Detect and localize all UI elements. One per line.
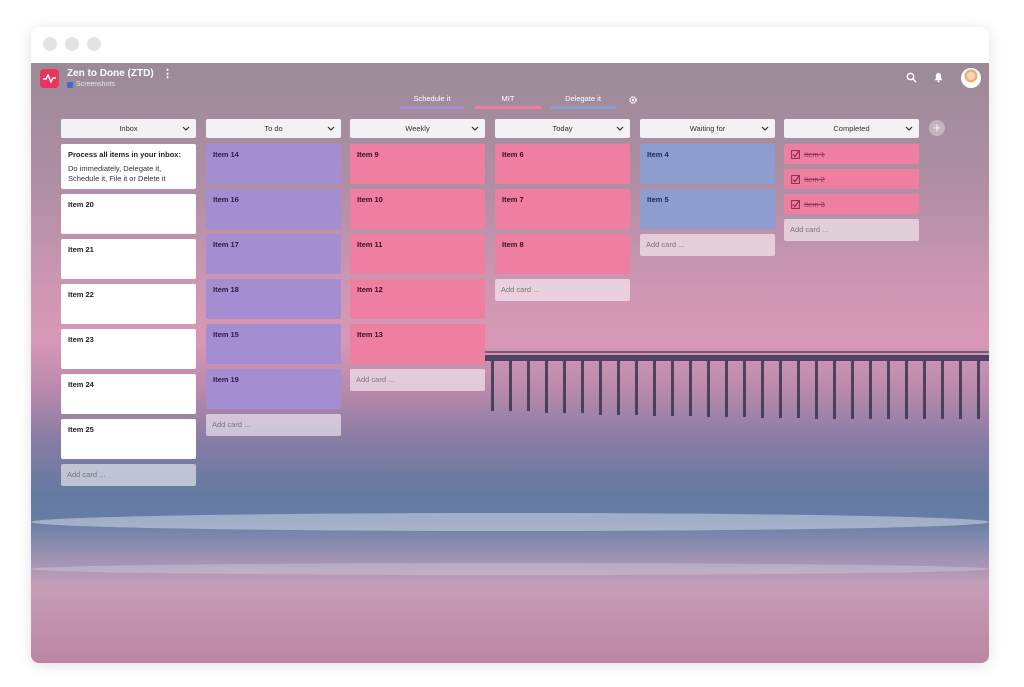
board-app: Zen to Done (ZTD) ⋮ Screenshots Schedule… <box>31 63 989 663</box>
column-todo: To do Item 14 Item 16 Item 17 Item 18 It… <box>206 119 341 436</box>
add-card-button[interactable]: Add card ... <box>495 279 630 301</box>
checkbox-checked-icon[interactable] <box>791 174 800 184</box>
chevron-down-icon[interactable] <box>327 119 335 138</box>
legend-label: Schedule it <box>413 94 451 103</box>
chevron-down-icon[interactable] <box>616 119 624 138</box>
board-menu-icon[interactable]: ⋮ <box>162 67 173 80</box>
card[interactable]: Item 10 <box>350 189 485 229</box>
column-header[interactable]: To do <box>206 119 341 138</box>
card[interactable]: Item 11 <box>350 234 485 274</box>
card[interactable]: Item 19 <box>206 369 341 409</box>
chevron-down-icon[interactable] <box>905 119 913 138</box>
column-header[interactable]: Waiting for <box>640 119 775 138</box>
card[interactable]: Item 14 <box>206 144 341 184</box>
workspace-label: Screenshots <box>76 81 115 88</box>
checkbox-checked-icon[interactable] <box>791 149 800 159</box>
column-header[interactable]: Inbox <box>61 119 196 138</box>
column-title: Weekly <box>405 124 430 133</box>
card[interactable]: Item 9 <box>350 144 485 184</box>
board-title[interactable]: Zen to Done (ZTD) <box>67 68 154 79</box>
column-header[interactable]: Weekly <box>350 119 485 138</box>
add-card-button[interactable]: Add card ... <box>350 369 485 391</box>
column-title: Completed <box>833 124 870 133</box>
column-title: Today <box>552 124 573 133</box>
legend-color-bar <box>475 106 541 109</box>
card[interactable]: Item 5 <box>640 189 775 229</box>
plus-icon: + <box>933 120 941 135</box>
card[interactable]: Item 24 <box>61 374 196 414</box>
search-icon[interactable] <box>906 72 917 83</box>
card-title: Item 3 <box>804 199 825 209</box>
inbox-instructions-card[interactable]: Process all items in your inbox: Do imme… <box>61 144 196 189</box>
background-pier <box>481 351 989 419</box>
card[interactable]: Item 21 <box>61 239 196 279</box>
column-today: Today Item 6 Item 7 Item 8 Add card ... <box>495 119 630 301</box>
legend-mit[interactable]: MIT <box>475 94 541 109</box>
legend-label: MIT <box>501 94 515 103</box>
completed-card[interactable]: Item 3 <box>784 194 919 214</box>
card[interactable]: Item 18 <box>206 279 341 319</box>
column-inbox: Inbox Process all items in your inbox: D… <box>61 119 196 486</box>
window-titlebar <box>31 27 989 63</box>
card[interactable]: Item 7 <box>495 189 630 229</box>
completed-card[interactable]: Item 1 <box>784 144 919 164</box>
window-close-button[interactable] <box>43 37 57 51</box>
pulse-logo-icon[interactable] <box>40 69 59 88</box>
column-title: To do <box>264 124 283 133</box>
card[interactable]: Item 17 <box>206 234 341 274</box>
column-title: Waiting for <box>689 124 726 133</box>
add-card-button[interactable]: Add card ... <box>206 414 341 436</box>
add-card-button[interactable]: Add card ... <box>61 464 196 486</box>
legend-color-bar <box>399 106 465 109</box>
column-weekly: Weekly Item 9 Item 10 Item 11 Item 12 It… <box>350 119 485 391</box>
card[interactable]: Item 4 <box>640 144 775 184</box>
chevron-down-icon[interactable] <box>761 119 769 138</box>
checkbox-checked-icon[interactable] <box>791 199 800 209</box>
bell-icon[interactable] <box>933 72 944 83</box>
workspace-link[interactable]: Screenshots <box>67 81 115 88</box>
legend-color-bar <box>550 106 616 109</box>
column-completed: Completed Item 1 Item 2 Item 3 Add card … <box>784 119 919 241</box>
user-avatar[interactable] <box>961 68 981 88</box>
card-title: Item 1 <box>804 149 825 159</box>
card[interactable]: Item 15 <box>206 324 341 364</box>
card[interactable]: Item 23 <box>61 329 196 369</box>
window-maximize-button[interactable] <box>87 37 101 51</box>
browser-window: Zen to Done (ZTD) ⋮ Screenshots Schedule… <box>31 27 989 663</box>
card[interactable]: Item 16 <box>206 189 341 229</box>
add-card-button[interactable]: Add card ... <box>640 234 775 256</box>
background-wave <box>31 563 989 575</box>
card-title: Item 2 <box>804 174 825 184</box>
gear-icon[interactable] <box>628 95 638 105</box>
card[interactable]: Item 13 <box>350 324 485 364</box>
chevron-down-icon[interactable] <box>471 119 479 138</box>
add-card-button[interactable]: Add card ... <box>784 219 919 241</box>
card[interactable]: Item 12 <box>350 279 485 319</box>
card-description: Do immediately, Delegate it, Schedule it… <box>68 164 166 183</box>
legend-label: Delegate it <box>565 94 601 103</box>
column-title: Inbox <box>119 124 138 133</box>
completed-card[interactable]: Item 2 <box>784 169 919 189</box>
card[interactable]: Item 25 <box>61 419 196 459</box>
add-column-button[interactable]: + <box>929 120 945 136</box>
chevron-down-icon[interactable] <box>182 119 190 138</box>
column-header[interactable]: Today <box>495 119 630 138</box>
workspace-color-icon <box>67 81 73 88</box>
column-header[interactable]: Completed <box>784 119 919 138</box>
window-minimize-button[interactable] <box>65 37 79 51</box>
legend-schedule-it[interactable]: Schedule it <box>399 94 465 109</box>
card[interactable]: Item 6 <box>495 144 630 184</box>
card[interactable]: Item 20 <box>61 194 196 234</box>
card-title: Process all items in your inbox: <box>68 150 181 159</box>
card[interactable]: Item 22 <box>61 284 196 324</box>
card[interactable]: Item 8 <box>495 234 630 274</box>
background-wave <box>31 513 989 531</box>
column-waiting-for: Waiting for Item 4 Item 5 Add card ... <box>640 119 775 256</box>
legend-delegate-it[interactable]: Delegate it <box>550 94 616 109</box>
